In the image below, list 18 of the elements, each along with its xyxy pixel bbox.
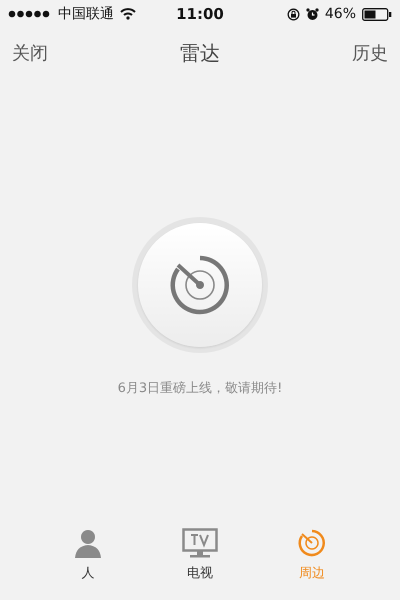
person-icon [73,528,103,558]
history-button[interactable]: 历史 [352,41,388,65]
coming-soon-message: 6月3日重磅上线，敬请期待! [118,380,282,397]
rotation-lock-icon [286,8,300,20]
close-button[interactable]: 关闭 [12,41,48,65]
signal-icon [8,10,52,18]
radar-icon [169,254,231,316]
wifi-icon [120,8,136,20]
radar-icon [297,528,327,558]
battery-icon [362,8,392,20]
battery-percent: 46% [324,6,356,22]
status-time: 11:00 [176,5,224,23]
alarm-icon [306,8,319,20]
tab[interactable]: 电视 [169,528,231,582]
page-title: 雷达 [180,40,220,66]
carrier-name: 中国联通 [58,5,114,23]
tv-icon [182,528,218,558]
tab[interactable]: 人 [57,528,119,582]
